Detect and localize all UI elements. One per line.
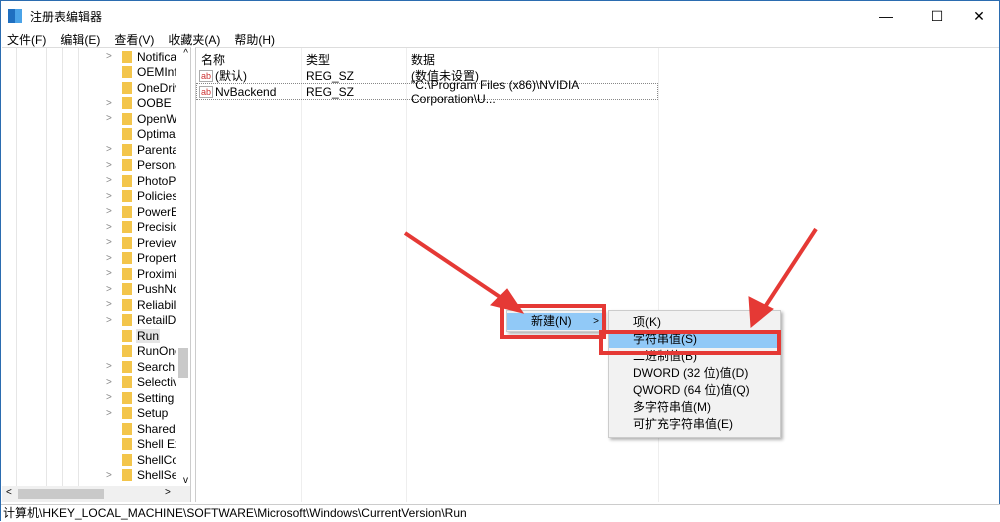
red-arrow-icon <box>403 231 508 303</box>
annotation-arrows <box>403 227 818 329</box>
red-arrow-icon <box>759 227 818 315</box>
